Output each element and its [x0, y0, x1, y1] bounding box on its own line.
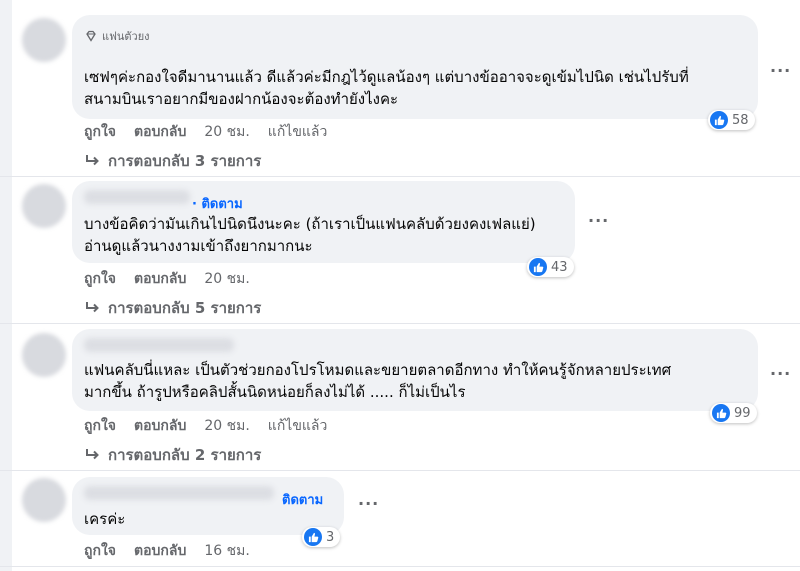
reaction-number: 58 [732, 112, 749, 128]
comment-text-line: อ่านดูแล้วนางงามเข้าถึงยากมากนะ [84, 237, 313, 255]
left-panel-edge [0, 0, 12, 571]
like-reaction-icon [529, 258, 547, 276]
reaction-number: 3 [326, 529, 335, 545]
comment-text-line: บางข้อคิดว่ามันเกินไปนิดนึงนะคะ (ถ้าเราเ… [84, 215, 536, 233]
reaction-count[interactable]: 58 [708, 110, 755, 130]
divider [0, 566, 800, 567]
comment-actions: ถูกใจ ตอบกลับ 20 ชม. [84, 268, 250, 290]
more-options-icon[interactable]: ... [770, 360, 791, 379]
follow-button[interactable]: ติดตาม [282, 489, 323, 510]
reply-button[interactable]: ตอบกลับ [134, 268, 186, 290]
view-replies-button[interactable]: การตอบกลับ 2 รายการ [84, 443, 261, 467]
avatar[interactable] [22, 478, 66, 522]
comment-actions: ถูกใจ ตอบกลับ 16 ชม. [84, 540, 250, 562]
divider [0, 323, 800, 324]
avatar[interactable] [22, 333, 66, 377]
reply-arrow-icon [86, 449, 99, 460]
like-button[interactable]: ถูกใจ [84, 121, 116, 143]
timestamp[interactable]: 20 ชม. [204, 415, 249, 437]
comment-actions: ถูกใจ ตอบกลับ 20 ชม. แก้ไขแล้ว [84, 415, 327, 437]
timestamp[interactable]: 20 ชม. [204, 121, 249, 143]
avatar[interactable] [22, 184, 66, 228]
reaction-number: 43 [551, 259, 568, 275]
more-options-icon[interactable]: ... [358, 490, 379, 509]
reply-button[interactable]: ตอบกลับ [134, 540, 186, 562]
divider [0, 176, 800, 177]
comment-text-line: แฟนคลับนี่แหละ เป็นตัวช่วยกองโปรโหมดและข… [84, 361, 672, 379]
like-button[interactable]: ถูกใจ [84, 540, 116, 562]
like-button[interactable]: ถูกใจ [84, 415, 116, 437]
reply-button[interactable]: ตอบกลับ [134, 121, 186, 143]
comment-text-line: เครค่ะ [84, 510, 126, 528]
commenter-name[interactable] [84, 486, 274, 500]
comment-text-line: เซฟๆค่ะกองใจดีมานานแล้ว ดีแล้วค่ะมีกฎไว้… [84, 68, 689, 86]
view-replies-label: การตอบกลับ 5 รายการ [108, 299, 262, 317]
reaction-count[interactable]: 43 [527, 257, 574, 277]
timestamp[interactable]: 20 ชม. [204, 268, 249, 290]
diamond-icon [86, 30, 96, 42]
view-replies-label: การตอบกลับ 3 รายการ [108, 152, 262, 170]
like-reaction-icon [712, 404, 730, 422]
reply-button[interactable]: ตอบกลับ [134, 415, 186, 437]
commenter-name[interactable] [84, 338, 234, 352]
comment-actions: ถูกใจ ตอบกลับ 20 ชม. แก้ไขแล้ว [84, 121, 327, 143]
edited-label: แก้ไขแล้ว [267, 124, 328, 140]
like-reaction-icon [710, 111, 728, 129]
top-fan-badge: แฟนตัวยง [85, 27, 150, 45]
reaction-number: 99 [734, 405, 751, 421]
view-replies-button[interactable]: การตอบกลับ 3 รายการ [84, 149, 261, 173]
more-options-icon[interactable]: ... [770, 57, 791, 76]
reaction-count[interactable]: 99 [710, 403, 757, 423]
like-reaction-icon [304, 528, 322, 546]
comment-text-line: มากขึ้น ถ้ารูปหรือคลิปสั้นนิดหน่อยก็ลงไม… [84, 383, 466, 401]
reaction-count[interactable]: 3 [302, 527, 341, 547]
comment-text-line: สนามบินเราอยากมีของฝากน้องจะต้องทำยังไงค… [84, 90, 399, 108]
badge-label: แฟนตัวยง [102, 30, 150, 43]
edited-label: แก้ไขแล้ว [267, 418, 328, 434]
reply-arrow-icon [86, 155, 99, 166]
view-replies-label: การตอบกลับ 2 รายการ [108, 446, 262, 464]
commenter-name[interactable] [84, 190, 190, 204]
like-button[interactable]: ถูกใจ [84, 268, 116, 290]
timestamp[interactable]: 16 ชม. [204, 540, 249, 562]
reply-arrow-icon [86, 302, 99, 313]
follow-button[interactable]: · ติดตาม [192, 193, 243, 214]
more-options-icon[interactable]: ... [588, 207, 609, 226]
avatar[interactable] [22, 18, 66, 62]
divider [0, 470, 800, 471]
view-replies-button[interactable]: การตอบกลับ 5 รายการ [84, 296, 261, 320]
